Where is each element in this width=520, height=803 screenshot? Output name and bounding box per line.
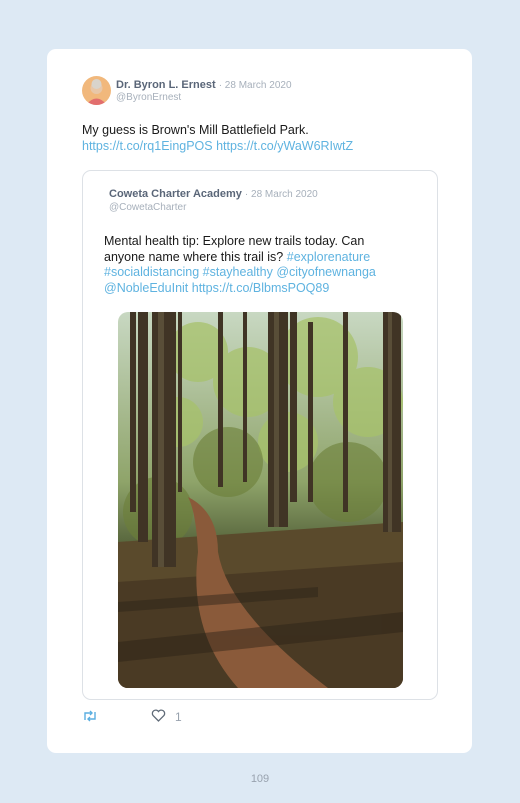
author-handle[interactable]: @ByronErnest <box>116 92 181 103</box>
hashtags-mention-link[interactable]: #socialdistancing #stayhealthy @cityofne… <box>104 265 376 279</box>
retweet-icon[interactable] <box>82 709 98 726</box>
trail-photo[interactable] <box>118 312 403 688</box>
like-count: 1 <box>175 710 182 724</box>
avatar[interactable] <box>82 76 111 105</box>
quoted-tweet-date: · 28 March 2020 <box>244 189 318 200</box>
tweet-body: My guess is Brown's Mill Battlefield Par… <box>82 123 309 137</box>
tweet-date: · 28 March 2020 <box>218 80 292 91</box>
author-line: Dr. Byron L. Ernest · 28 March 2020 <box>116 79 292 92</box>
tweet-text: My guess is Brown's Mill Battlefield Par… <box>82 123 452 154</box>
quoted-author-handle[interactable]: @CowetaCharter <box>109 202 186 213</box>
author-name[interactable]: Dr. Byron L. Ernest <box>116 79 216 91</box>
quoted-tweet-text: Mental health tip: Explore new trails to… <box>104 234 404 296</box>
page-number: 109 <box>250 773 270 785</box>
mention-url-link[interactable]: @NobleEduInit https://t.co/BlbmsPOQ89 <box>104 281 329 295</box>
tweet-card: Dr. Byron L. Ernest · 28 March 2020 @Byr… <box>47 49 472 753</box>
quoted-author-name[interactable]: Coweta Charter Academy <box>109 188 242 200</box>
hashtag-link[interactable]: #explorenature <box>287 250 370 264</box>
quoted-tweet[interactable]: Coweta Charter Academy · 28 March 2020 @… <box>82 170 438 700</box>
tweet-links[interactable]: https://t.co/rq1EingPOS https://t.co/yWa… <box>82 139 353 153</box>
heart-icon[interactable] <box>151 709 166 725</box>
quoted-author-line: Coweta Charter Academy · 28 March 2020 <box>109 188 318 201</box>
